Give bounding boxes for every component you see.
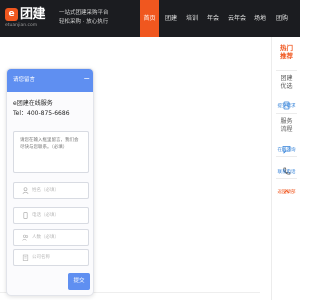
slogan-line-2: 轻松采购 · 放心执行 xyxy=(59,19,109,25)
company-icon xyxy=(22,254,29,261)
phone-icon xyxy=(22,212,29,219)
sidebar-item-contact-phone[interactable]: 联系电话 xyxy=(272,161,301,176)
back-to-top-button[interactable]: 返回顶部 xyxy=(272,181,301,196)
service-phone: Tel：400-875-6686 xyxy=(13,110,70,117)
nav-team-building[interactable]: 团建 xyxy=(162,0,180,37)
slogan-line-1: 一站式团建采购平台 xyxy=(59,10,109,16)
people-icon xyxy=(22,234,29,241)
message-textarea[interactable] xyxy=(13,131,89,173)
logo-text[interactable]: 团建 xyxy=(20,7,46,22)
logo-domain: etuanjian.com xyxy=(5,23,38,28)
sidebar-item-submit-request[interactable]: 提交需求 xyxy=(272,95,301,110)
name-field[interactable]: 姓名（必填） xyxy=(13,182,89,199)
contact-phone-label: 联系电话 xyxy=(277,170,296,175)
sidebar-item-service-process[interactable]: 服务流程 xyxy=(272,118,301,134)
logo-mark-icon[interactable]: e xyxy=(5,8,18,21)
online-consult-label: 在线咨询 xyxy=(277,148,296,153)
service-title: e团建在线服务 xyxy=(13,100,53,107)
chat-icon xyxy=(282,139,291,154)
nav-training[interactable]: 培训 xyxy=(183,0,201,37)
sidebar-item-online-consult[interactable]: 在线咨询 xyxy=(272,139,301,154)
right-sidebar: 热门推荐 团建优选 提交需求 服务流程 在线咨询 联系电话 返回顶部 xyxy=(271,37,300,300)
divider xyxy=(276,113,297,114)
nav-venues[interactable]: 场地 xyxy=(251,0,269,37)
featured-label: 团建优选 xyxy=(280,75,293,90)
company-placeholder: 公司名称 xyxy=(32,255,50,260)
nav-group-buy[interactable]: 团购 xyxy=(273,0,291,37)
divider xyxy=(276,178,297,179)
message-dialog: 请您留言 − e团建在线服务 Tel：400-875-6686 姓名（必填） 电… xyxy=(6,68,94,296)
sidebar-item-featured[interactable]: 团建优选 xyxy=(272,75,301,91)
phone-field[interactable]: 电话（必填） xyxy=(13,207,89,224)
submit-request-label: 提交需求 xyxy=(277,104,296,109)
dialog-title: 请您留言 xyxy=(13,77,36,83)
nav-cloud-annual-party[interactable]: 云年会 xyxy=(226,0,248,37)
user-icon xyxy=(22,187,29,194)
dialog-header: 请您留言 − xyxy=(7,69,93,92)
phone-placeholder: 电话（必填） xyxy=(32,213,59,218)
service-process-label: 服务流程 xyxy=(280,118,293,133)
submit-button[interactable]: 提交 xyxy=(68,273,90,290)
top-header: e 团建 etuanjian.com 一站式团建采购平台 轻松采购 · 放心执行… xyxy=(0,0,300,37)
nav-home[interactable]: 首页 xyxy=(140,0,159,37)
document-icon xyxy=(282,95,291,110)
divider xyxy=(276,156,297,157)
people-count-placeholder: 人数（必填） xyxy=(32,235,59,240)
close-icon[interactable]: − xyxy=(83,74,90,84)
name-placeholder: 姓名（必填） xyxy=(32,188,59,193)
divider xyxy=(276,70,297,71)
chevron-up-icon xyxy=(282,181,291,194)
back-to-top-label: 返回顶部 xyxy=(277,190,296,195)
hot-recommend-label: 热门推荐 xyxy=(280,44,293,60)
phone-icon xyxy=(282,161,291,175)
people-count-field[interactable]: 人数（必填） xyxy=(13,229,89,246)
sidebar-hot-recommend[interactable]: 热门推荐 xyxy=(272,44,301,60)
company-field[interactable]: 公司名称 xyxy=(13,249,89,266)
nav-annual-party[interactable]: 年会 xyxy=(205,0,221,37)
